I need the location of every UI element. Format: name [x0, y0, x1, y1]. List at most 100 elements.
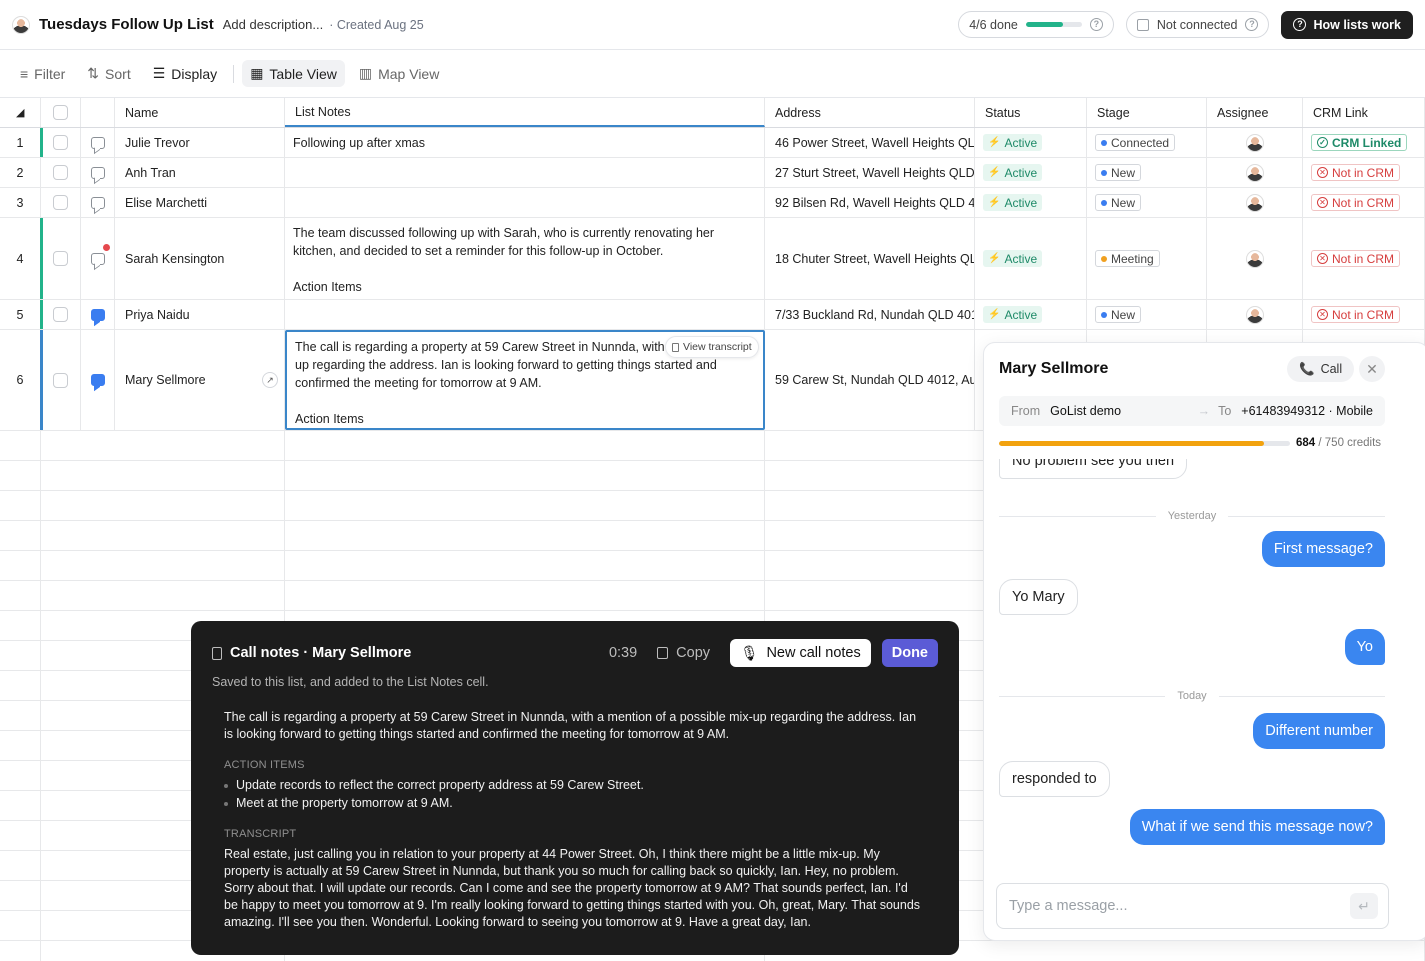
copy-button[interactable]: Copy — [657, 645, 710, 661]
add-description[interactable]: Add description... — [223, 17, 323, 32]
new-call-notes-button[interactable]: 🎙 New call notes — [730, 639, 871, 667]
status-badge[interactable]: ⚡ Active — [983, 164, 1043, 181]
done-button[interactable]: Done — [881, 639, 938, 667]
table-row[interactable]: 3 Elise Marchetti 92 Bilsen Rd, Wavell Hei… — [0, 188, 1425, 218]
cell-stage[interactable]: New — [1087, 300, 1207, 329]
cell-name[interactable]: Elise Marchetti — [115, 188, 285, 217]
filter-button[interactable]: ≡ Filter — [12, 61, 73, 87]
cell-address[interactable]: 59 Carew St, Nundah QLD 4012, Australia — [765, 330, 975, 430]
cell-stage[interactable]: New — [1087, 158, 1207, 187]
cell-name[interactable]: Julie Trevor — [115, 128, 285, 157]
cell-crm[interactable]: ✕ Not in CRM — [1303, 218, 1425, 299]
message-bubble-icon[interactable] — [90, 252, 105, 265]
assignee-avatar[interactable] — [1245, 163, 1264, 182]
message-bubble-icon[interactable] — [90, 374, 105, 386]
cell-chk[interactable] — [41, 188, 81, 217]
column-header-assignee[interactable]: Assignee — [1207, 98, 1303, 127]
column-header-crm[interactable]: CRM Link — [1303, 98, 1425, 127]
column-header-notes[interactable]: List Notes — [285, 98, 765, 127]
row-checkbox[interactable] — [53, 307, 68, 322]
column-header-address[interactable]: Address — [765, 98, 975, 127]
column-header-status[interactable]: Status — [975, 98, 1087, 127]
assignee-avatar[interactable] — [1245, 133, 1264, 152]
message-bubble-icon[interactable] — [90, 136, 105, 149]
cell-msg[interactable] — [81, 188, 115, 217]
cell-notes[interactable]: The team discussed following up with Sar… — [285, 218, 765, 299]
list-notes-text[interactable]: Following up after xmas — [285, 128, 764, 157]
row-checkbox[interactable] — [53, 195, 68, 210]
cell-stage[interactable]: New — [1087, 188, 1207, 217]
list-notes-text[interactable] — [285, 300, 764, 312]
list-notes-text[interactable] — [285, 158, 764, 170]
cell-address[interactable]: 18 Chuter Street, Wavell Heights QLD — [765, 218, 975, 299]
crm-link-badge[interactable]: ✕ Not in CRM — [1311, 164, 1401, 181]
cell-name[interactable]: Sarah Kensington — [115, 218, 285, 299]
stage-badge[interactable]: New — [1095, 194, 1142, 211]
cell-chk[interactable] — [41, 300, 81, 329]
stage-badge[interactable]: Meeting — [1095, 250, 1160, 267]
cell-stage[interactable]: Connected — [1087, 128, 1207, 157]
address-text[interactable]: 18 Chuter Street, Wavell Heights QLD — [775, 252, 974, 266]
connection-pill[interactable]: Not connected ? — [1125, 11, 1270, 38]
crm-link-badge[interactable]: ✕ Not in CRM — [1311, 306, 1401, 323]
contact-name[interactable]: Sarah Kensington — [125, 252, 224, 266]
cell-msg[interactable] — [81, 218, 115, 299]
view-transcript-button[interactable]: View transcript — [665, 336, 759, 358]
contact-name[interactable]: Julie Trevor — [125, 136, 190, 150]
cell-address[interactable]: 92 Bilsen Rd, Wavell Heights QLD 4 — [765, 188, 975, 217]
status-badge[interactable]: ⚡ Active — [983, 194, 1043, 211]
column-header-name[interactable]: Name — [115, 98, 285, 127]
message-bubble-icon[interactable] — [90, 196, 105, 209]
expand-row-icon[interactable]: ↗ — [262, 372, 278, 388]
cell-status[interactable]: ⚡ Active — [975, 300, 1087, 329]
select-all-corner-icon[interactable]: ◢ — [16, 106, 24, 119]
table-row[interactable]: 2 Anh Tran 27 Sturt Street, Wavell Heights… — [0, 158, 1425, 188]
cell-address[interactable]: 46 Power Street, Wavell Heights QLD — [765, 128, 975, 157]
cell-stage[interactable]: Meeting — [1087, 218, 1207, 299]
call-button[interactable]: 📞 Call — [1287, 356, 1355, 382]
list-notes-text[interactable] — [285, 188, 764, 200]
row-checkbox[interactable] — [53, 251, 68, 266]
sort-button[interactable]: ⇅ Sort — [79, 60, 138, 87]
tab-table-view[interactable]: ▦ Table View — [242, 60, 345, 87]
status-badge[interactable]: ⚡ Active — [983, 306, 1043, 323]
cell-msg[interactable] — [81, 300, 115, 329]
contact-name[interactable]: Priya Naidu — [125, 308, 190, 322]
cell-msg[interactable] — [81, 128, 115, 157]
cell-assignee[interactable] — [1207, 218, 1303, 299]
display-button[interactable]: ☰ Display — [145, 60, 225, 87]
row-checkbox[interactable] — [53, 135, 68, 150]
cell-chk[interactable] — [41, 330, 81, 430]
help-icon[interactable]: ? — [1089, 18, 1103, 31]
cell-chk[interactable] — [41, 158, 81, 187]
cell-status[interactable]: ⚡ Active — [975, 128, 1087, 157]
stage-badge[interactable]: Connected — [1095, 134, 1176, 151]
cell-status[interactable]: ⚡ Active — [975, 188, 1087, 217]
help-icon[interactable]: ? — [1245, 18, 1259, 31]
column-header-chk[interactable] — [41, 98, 81, 127]
cell-assignee[interactable] — [1207, 188, 1303, 217]
address-text[interactable]: 92 Bilsen Rd, Wavell Heights QLD 4 — [775, 196, 974, 210]
send-icon[interactable]: ↵ — [1350, 893, 1378, 919]
cell-notes[interactable] — [285, 300, 765, 329]
crm-link-badge[interactable]: ✓ CRM Linked — [1311, 134, 1408, 151]
cell-crm[interactable]: ✓ CRM Linked — [1303, 128, 1425, 157]
status-badge[interactable]: ⚡ Active — [983, 250, 1043, 267]
cell-assignee[interactable] — [1207, 158, 1303, 187]
cell-notes[interactable]: Following up after xmas — [285, 128, 765, 157]
message-bubble-icon[interactable] — [90, 166, 105, 179]
cell-crm[interactable]: ✕ Not in CRM — [1303, 158, 1425, 187]
contact-name[interactable]: Anh Tran — [125, 166, 176, 180]
table-row[interactable]: 5 Priya Naidu 7/33 Buckland Rd, Nundah QLD… — [0, 300, 1425, 330]
stage-badge[interactable]: New — [1095, 306, 1142, 323]
table-row[interactable]: 1 Julie Trevor Following up after xmas 46 P… — [0, 128, 1425, 158]
select-all-checkbox[interactable] — [53, 105, 68, 120]
cell-status[interactable]: ⚡ Active — [975, 158, 1087, 187]
column-header-stage[interactable]: Stage — [1087, 98, 1207, 127]
cell-msg[interactable] — [81, 330, 115, 430]
cell-status[interactable]: ⚡ Active — [975, 218, 1087, 299]
stage-badge[interactable]: New — [1095, 164, 1142, 181]
cell-address[interactable]: 7/33 Buckland Rd, Nundah QLD 4012 — [765, 300, 975, 329]
address-text[interactable]: 59 Carew St, Nundah QLD 4012, Australia — [775, 373, 974, 387]
contact-name[interactable]: Elise Marchetti — [125, 196, 207, 210]
